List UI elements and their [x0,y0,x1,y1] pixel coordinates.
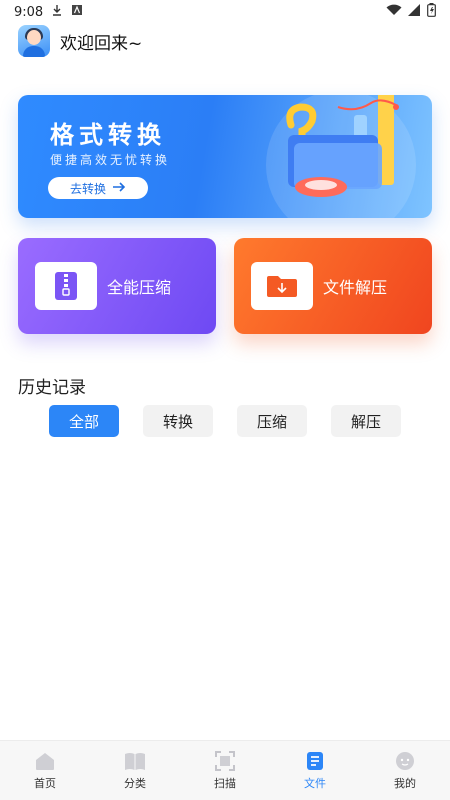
filter-extract[interactable]: 解压 [331,405,401,437]
file-icon [304,750,326,772]
battery-icon [427,3,436,21]
profile-icon [394,750,416,772]
go-convert-button[interactable]: 去转换 [48,177,148,199]
filter-compress[interactable]: 压缩 [237,405,307,437]
wifi-icon [386,4,402,20]
nav-label-scan: 扫描 [214,777,236,790]
nav-category[interactable]: 分类 [90,741,180,800]
filter-all[interactable]: 全部 [49,405,119,437]
a-icon [71,4,83,20]
status-time: 9:08 [14,4,44,20]
compress-card[interactable]: 全能压缩 [18,238,216,334]
nav-files[interactable]: 文件 [270,741,360,800]
nav-label-files: 文件 [304,777,326,790]
format-conversion-banner[interactable]: 格式转换 便捷高效无忧转换 去转换 [18,95,432,218]
status-bar: 9:08 [0,0,450,24]
extract-card-label: 文件解压 [323,278,388,297]
compress-card-label: 全能压缩 [107,278,172,297]
unzip-file-icon [251,262,313,310]
book-icon [124,750,146,772]
nav-scan[interactable]: 扫描 [180,741,270,800]
nav-profile[interactable]: 我的 [360,741,450,800]
banner-title: 格式转换 [50,121,166,149]
nav-label-home: 首页 [34,777,56,790]
bottom-nav: 首页 分类 扫描 文件 我的 [0,740,450,800]
arrow-right-icon [112,181,126,195]
avatar[interactable] [18,25,50,57]
history-filter-tabs: 全部 转换 压缩 解压 [49,405,401,437]
home-icon [34,750,56,772]
extract-card[interactable]: 文件解压 [234,238,432,334]
header: 欢迎回来~ [18,24,142,58]
welcome-text: 欢迎回来~ [60,33,143,54]
download-icon [51,4,63,20]
history-title: 历史记录 [18,378,86,398]
go-convert-label: 去转换 [69,181,106,196]
folder-illustration [246,95,416,218]
cellular-icon [408,4,421,20]
scan-icon [214,750,236,772]
nav-label-category: 分类 [124,777,146,790]
nav-home[interactable]: 首页 [0,741,90,800]
filter-convert[interactable]: 转换 [143,405,213,437]
zip-file-icon [35,262,97,310]
banner-subtitle: 便捷高效无忧转换 [50,153,171,167]
nav-label-profile: 我的 [394,777,416,790]
